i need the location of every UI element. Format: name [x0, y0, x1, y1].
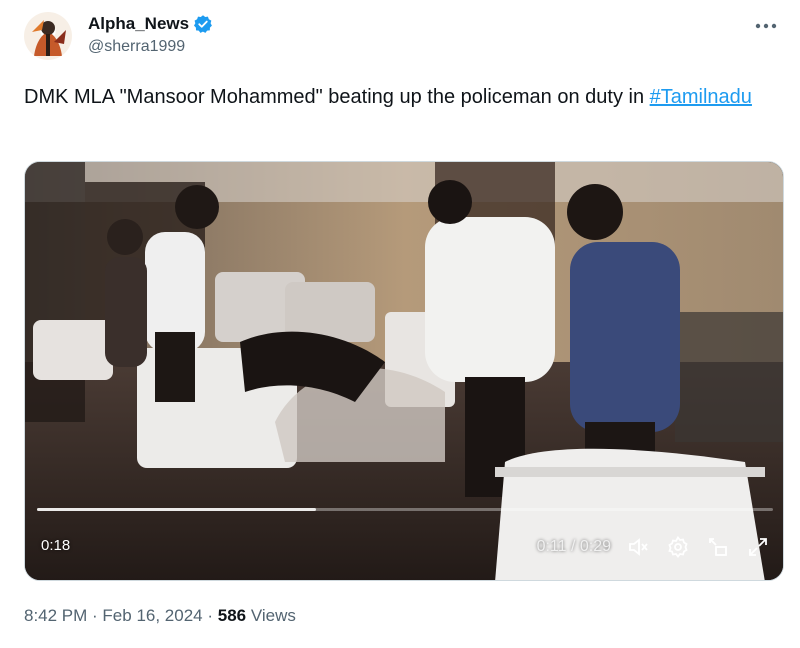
hashtag-link[interactable]: #Tamilnadu	[650, 86, 752, 108]
meta-separator: ·	[202, 606, 218, 625]
settings-gear-icon[interactable]	[665, 534, 691, 560]
time-separator: /	[566, 538, 580, 555]
video-frame	[25, 162, 783, 580]
avatar[interactable]	[24, 12, 72, 60]
duration: 0:29	[579, 538, 611, 555]
views-count: 586	[217, 606, 247, 625]
tweet-header: Alpha_News @sherra1999	[24, 6, 784, 62]
tweet-time[interactable]: 8:42 PM	[24, 606, 87, 625]
tweet-date[interactable]: Feb 16, 2024	[102, 606, 202, 625]
video-controls: 0:11 / 0:29	[537, 534, 771, 560]
views-label: Views	[246, 606, 296, 625]
verified-badge-icon	[193, 14, 213, 34]
fullscreen-icon[interactable]	[745, 534, 771, 560]
display-name[interactable]: Alpha_News	[88, 14, 189, 34]
video-time-display: 0:11 / 0:29	[537, 538, 611, 556]
user-handle[interactable]: @sherra1999	[88, 38, 185, 56]
video-progress-fill	[37, 508, 316, 511]
tweet-meta: 8:42 PM · Feb 16, 2024 · 586 Views	[24, 606, 296, 626]
tweet-text: DMK MLA "Mansoor Mohammed" beating up th…	[24, 82, 774, 113]
name-row: Alpha_News	[88, 14, 213, 34]
video-progress-bar[interactable]	[37, 508, 773, 511]
video-player[interactable]: 0:18 0:11 / 0:29	[24, 161, 784, 581]
video-time-badge: 0:18	[41, 537, 71, 554]
mute-icon[interactable]	[625, 534, 651, 560]
current-time: 0:11	[536, 538, 567, 555]
meta-separator: ·	[87, 606, 103, 625]
more-options-icon[interactable]	[752, 12, 780, 40]
tweet-body: DMK MLA "Mansoor Mohammed" beating up th…	[24, 86, 650, 108]
picture-in-picture-icon[interactable]	[705, 534, 731, 560]
